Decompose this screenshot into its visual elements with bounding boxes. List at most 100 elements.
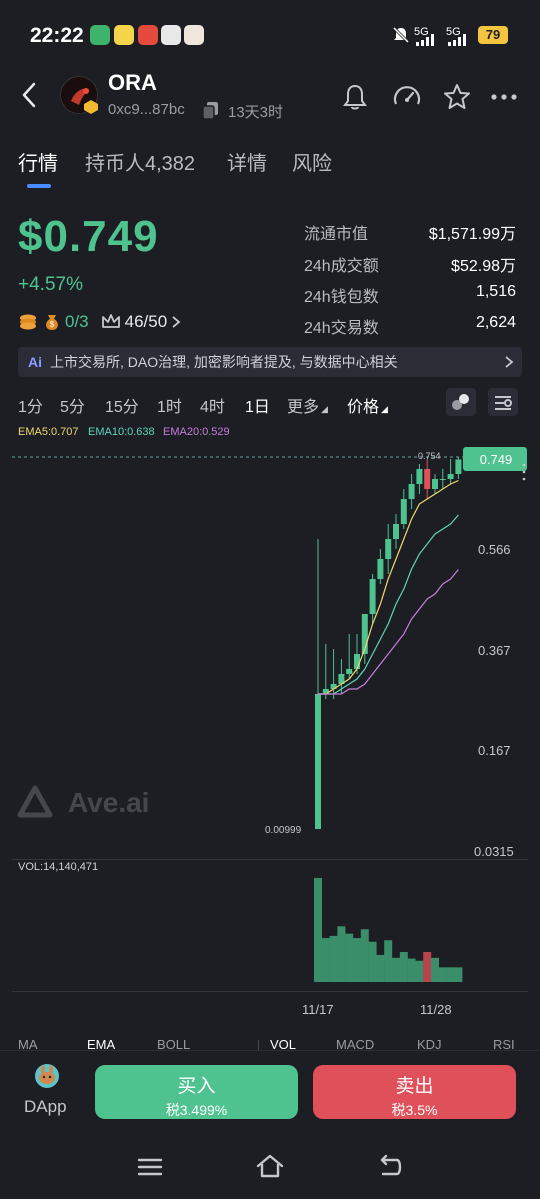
stat-label-trades: 24h交易数 (304, 320, 379, 337)
timeframe-1d[interactable]: 1日 (245, 393, 270, 417)
timeframe-15m[interactable]: 15分 (105, 393, 139, 417)
chain-badge-icon (84, 100, 98, 114)
volume-bar (446, 967, 455, 982)
stat-label-market-cap: 流通市值 (304, 226, 369, 243)
chevron-right-icon (172, 316, 181, 328)
token-address: 0xc9...87bc (108, 101, 185, 118)
bell-icon[interactable] (340, 82, 370, 112)
app-notification-icon (114, 25, 134, 45)
star-icon[interactable] (442, 82, 472, 112)
candle (385, 539, 392, 559)
tab-details[interactable]: 详情 (227, 147, 267, 176)
sell-label: 卖出 (395, 1076, 434, 1097)
chart-menu-dot (522, 470, 526, 474)
dapp-icon[interactable] (35, 1064, 59, 1088)
signal-bars-icon (448, 34, 466, 46)
current-price-badge-label: 0.749 (480, 452, 513, 467)
volume-bar (431, 957, 439, 982)
svg-text:$: $ (50, 320, 55, 329)
candle (315, 694, 321, 829)
x-date-label: 11/17 (302, 1002, 334, 1017)
bag-ratio: 0/3 (65, 312, 89, 331)
volume-bar (353, 938, 361, 982)
token-name: ORA (108, 70, 157, 95)
candle (393, 524, 399, 539)
timeframe-1m[interactable]: 1分 (18, 393, 43, 417)
chart-menu-dot (522, 463, 526, 467)
copy-icon[interactable] (202, 101, 220, 121)
tab-holders[interactable]: 持币人4,382 (85, 147, 195, 176)
volume-bar (368, 941, 377, 982)
volume-bar (392, 957, 400, 982)
ai-icon: Ai (28, 354, 42, 370)
candle (377, 559, 384, 579)
circles-icon (452, 394, 469, 410)
timeframe-more[interactable]: 更多 ◢ (287, 393, 328, 417)
badge-row[interactable]: $ 0/3 46/50 (18, 311, 182, 333)
chart-divider (12, 991, 528, 992)
candle (416, 469, 423, 484)
token-age: 13天3时 (228, 104, 284, 121)
stat-value-wallets: 1,516 (475, 283, 516, 300)
dapp-label[interactable]: DApp (24, 1097, 67, 1117)
menu-icon[interactable] (137, 1156, 163, 1178)
status-bar: 22:22 5G 5G 79 (0, 0, 540, 70)
price-selector[interactable]: 价格 ◢ (347, 393, 388, 417)
stat-label-volume: 24h成交额 (304, 258, 379, 275)
ema20-label: EMA20:0.529 (163, 426, 230, 438)
volume-bars (314, 878, 463, 982)
more-icon[interactable] (490, 82, 518, 112)
stat-value-trades: 2,624 (475, 314, 516, 331)
chart-settings-button[interactable] (488, 388, 518, 416)
tab-risk[interactable]: 风险 (292, 147, 332, 176)
buy-button[interactable]: 买入 税3.499% (95, 1065, 298, 1119)
sell-tax: 税3.5% (391, 1102, 438, 1118)
home-icon[interactable] (255, 1153, 285, 1179)
chart-style-button[interactable] (446, 388, 476, 416)
volume-bar (423, 951, 432, 982)
back-nav-icon[interactable] (377, 1154, 405, 1180)
price-chart[interactable]: Ave.ai 0.749 0.754 0.00999 0.566 0.367 0… (0, 440, 540, 860)
tab-market[interactable]: 行情 (18, 147, 58, 176)
current-price: $0.749 (18, 212, 159, 261)
signal-bars-icon (416, 34, 434, 46)
candle (400, 499, 407, 524)
watermark-text: Ave.ai (68, 787, 149, 818)
timeframe-4h[interactable]: 4时 (200, 393, 225, 417)
price-change: +4.57% (18, 274, 83, 295)
dropdown-arrow-icon: ◢ (381, 404, 388, 414)
volume-bar (360, 929, 369, 982)
ai-summary-bar[interactable]: Ai 上市交易所, DAO治理, 加密影响者提及, 与数据中心相关 (18, 347, 522, 377)
battery-level: 79 (478, 26, 508, 44)
buy-label: 买入 (177, 1076, 216, 1097)
status-time: 22:22 (30, 24, 84, 47)
gauge-icon[interactable] (392, 82, 422, 112)
app-notification-icon (184, 25, 204, 45)
active-tab-indicator (27, 184, 51, 188)
y-tick-label: 0.167 (478, 743, 511, 758)
app-notification-icon (138, 25, 158, 45)
crown-ratio: 46/50 (124, 312, 168, 331)
candle (432, 479, 438, 489)
back-arrow-icon[interactable] (18, 80, 42, 110)
sell-button[interactable]: 卖出 税3.5% (313, 1065, 516, 1119)
system-nav-bar (0, 1140, 540, 1199)
money-bag-icon: $ (46, 315, 58, 330)
buy-tax: 税3.499% (165, 1102, 228, 1118)
timeframe-1h[interactable]: 1时 (157, 393, 182, 417)
x-date-label: 11/28 (420, 1002, 452, 1017)
stat-value-market-cap: $1,571.99万 (428, 226, 516, 243)
stat-label-wallets: 24h钱包数 (304, 289, 379, 306)
volume-bar (314, 878, 322, 982)
volume-chart (314, 878, 463, 982)
volume-bar (337, 926, 346, 982)
candle (447, 474, 454, 479)
volume-bar (384, 940, 393, 982)
settings-sliders-icon (495, 396, 512, 410)
timeframe-5m[interactable]: 5分 (60, 393, 85, 417)
coins-icon (20, 314, 36, 330)
crown-icon (101, 314, 120, 328)
candles (315, 457, 462, 829)
chart-menu-dot (522, 477, 526, 481)
ema5-line (318, 479, 459, 695)
